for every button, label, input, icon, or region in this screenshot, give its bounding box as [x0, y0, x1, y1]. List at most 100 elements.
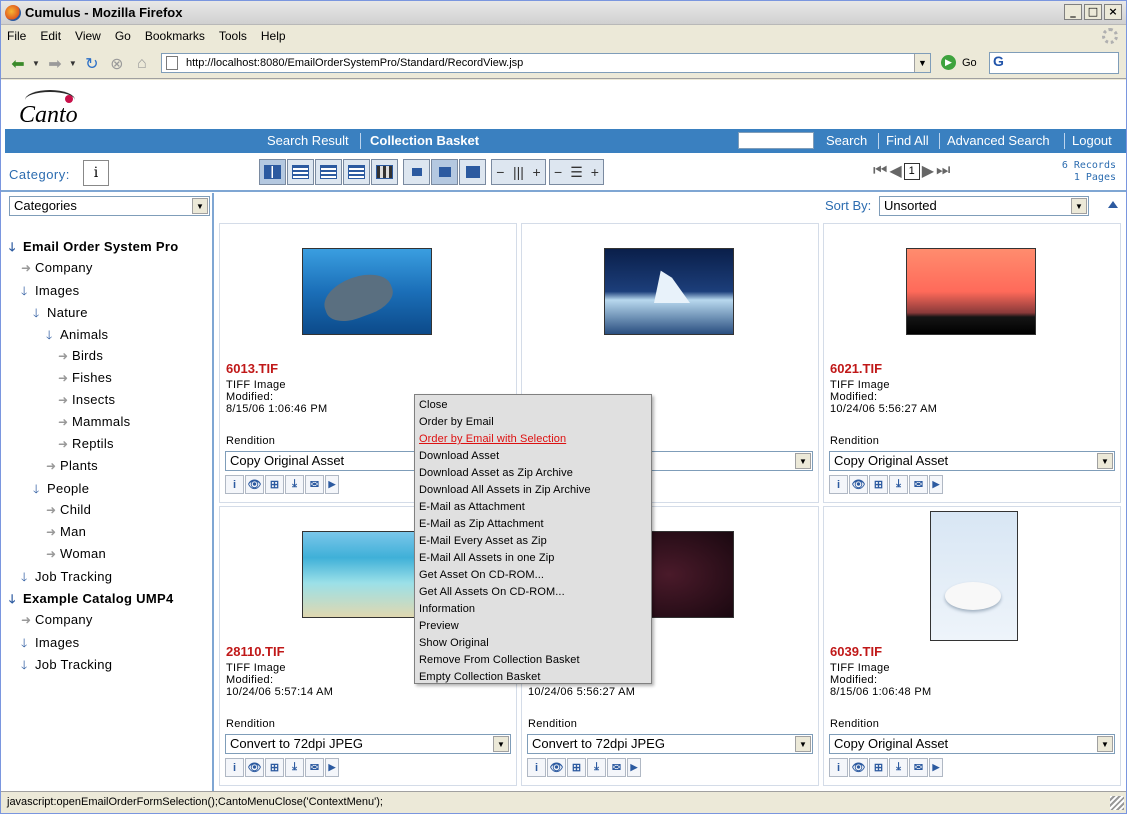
info-icon[interactable]: i	[225, 475, 244, 494]
google-search-input[interactable]: G	[989, 52, 1119, 74]
email-icon[interactable]: ✉	[909, 758, 928, 777]
play-menu-icon[interactable]: ▶	[325, 758, 339, 777]
first-page-icon[interactable]: ⏮	[873, 162, 887, 180]
reload-icon[interactable]: ↻	[81, 53, 103, 75]
back-icon[interactable]: ⬅	[7, 53, 29, 75]
forward-icon[interactable]: ➡	[44, 53, 66, 75]
rendition-select[interactable]: Copy Original Asset ▼	[829, 451, 1115, 471]
context-menu-item[interactable]: Download All Assets in Zip Archive	[415, 482, 651, 499]
collection-basket-link[interactable]: Collection Basket	[370, 133, 479, 148]
tree-node[interactable]: 🡓 Images	[21, 634, 79, 655]
record-card[interactable]: 6039.TIF TIFF Image Modified: 8/15/06 1:06:…	[823, 506, 1121, 786]
tree-node[interactable]: 🡓 Example Catalog UMP4	[9, 590, 174, 611]
context-menu-item[interactable]: Get Asset On CD-ROM...	[415, 567, 651, 584]
next-page-icon[interactable]: ▶	[922, 161, 934, 181]
download-icon[interactable]: ⤓	[889, 475, 908, 494]
email-icon[interactable]: ✉	[305, 475, 324, 494]
stop-icon[interactable]: ⊗	[106, 53, 128, 75]
tree-node[interactable]: ➜ Fishes	[58, 370, 112, 385]
arrow-right-icon[interactable]: ➜	[58, 437, 72, 451]
tree-node[interactable]: ➜ Mammals	[58, 414, 130, 429]
view-list-button[interactable]	[287, 159, 314, 185]
context-menu-item[interactable]: Close	[415, 397, 651, 414]
context-menu-item[interactable]: Show Original	[415, 635, 651, 652]
logout-link[interactable]: Logout	[1072, 133, 1112, 148]
context-menu-item[interactable]: Order by Email with Selection	[415, 431, 651, 448]
context-menu-item[interactable]: Download Asset	[415, 448, 651, 465]
tree-node[interactable]: 🡓 Nature	[33, 304, 88, 325]
url-bar[interactable]: http://localhost:8080/EmailOrderSystemPr…	[161, 53, 931, 73]
back-dropdown-icon[interactable]: ▼	[32, 59, 40, 68]
menu-tools[interactable]: Tools	[219, 29, 247, 43]
maximize-button[interactable]: □	[1084, 4, 1102, 20]
tree-node[interactable]: ➜ Birds	[58, 348, 103, 363]
context-menu-item[interactable]: Order by Email	[415, 414, 651, 431]
search-link[interactable]: Search	[826, 133, 867, 148]
tree-node[interactable]: ➜ Woman	[46, 546, 106, 561]
menu-go[interactable]: Go	[115, 29, 131, 43]
tree-node[interactable]: ➜ Insects	[58, 392, 115, 407]
tree-node[interactable]: 🡓 Job Tracking	[21, 656, 112, 677]
rendition-select[interactable]: Copy Original Asset ▼	[829, 734, 1115, 754]
play-menu-icon[interactable]: ▶	[929, 758, 943, 777]
download-icon[interactable]: ⤓	[285, 758, 304, 777]
record-thumbnail[interactable]	[906, 248, 1036, 335]
play-menu-icon[interactable]: ▶	[929, 475, 943, 494]
email-icon[interactable]: ✉	[607, 758, 626, 777]
play-menu-icon[interactable]: ▶	[325, 475, 339, 494]
arrow-right-icon[interactable]: ➜	[58, 393, 72, 407]
arrow-down-icon[interactable]: 🡓	[21, 568, 35, 589]
view-record-button[interactable]	[343, 159, 370, 185]
email-icon[interactable]: ✉	[909, 475, 928, 494]
record-filename[interactable]: 6021.TIF	[830, 361, 882, 376]
record-card[interactable]: 6021.TIF TIFF Image Modified: 10/24/06 5:56…	[823, 223, 1121, 503]
context-menu-item[interactable]: E-Mail as Zip Attachment	[415, 516, 651, 533]
view-filmstrip-button[interactable]	[371, 159, 398, 185]
info-icon[interactable]: i	[225, 758, 244, 777]
tree-node[interactable]: 🡓 Job Tracking	[21, 568, 112, 589]
download-icon[interactable]: ⤓	[285, 475, 304, 494]
context-menu-item[interactable]: E-Mail Every Asset as Zip	[415, 533, 651, 550]
search-input[interactable]	[738, 132, 814, 149]
menu-help[interactable]: Help	[261, 29, 286, 43]
arrow-down-icon[interactable]: 🡓	[46, 326, 60, 347]
arrow-right-icon[interactable]: ➜	[46, 525, 60, 539]
arrow-right-icon[interactable]: ➜	[46, 547, 60, 561]
thumb-large-button[interactable]	[459, 159, 486, 185]
arrow-right-icon[interactable]: ➜	[46, 459, 60, 473]
info-icon[interactable]: i	[527, 758, 546, 777]
rows-stepper[interactable]: − ☰ +	[549, 159, 604, 185]
tree-node[interactable]: ➜ Plants	[46, 458, 98, 473]
context-menu-item[interactable]: Preview	[415, 618, 651, 635]
minimize-button[interactable]: _	[1064, 4, 1082, 20]
basket-icon[interactable]: ⊞	[567, 758, 586, 777]
rendition-select[interactable]: Convert to 72dpi JPEG ▼	[225, 734, 511, 754]
tree-node[interactable]: 🡓 Email Order System Pro	[9, 238, 178, 259]
find-all-link[interactable]: Find All	[886, 133, 929, 148]
record-filename[interactable]: 6013.TIF	[226, 361, 278, 376]
menu-file[interactable]: File	[7, 29, 26, 43]
home-icon[interactable]: ⌂	[131, 53, 153, 75]
preview-eye-icon[interactable]: 👁	[245, 758, 264, 777]
record-thumbnail[interactable]	[302, 248, 432, 335]
arrow-down-icon[interactable]: 🡓	[21, 282, 35, 303]
rendition-select[interactable]: Convert to 72dpi JPEG ▼	[527, 734, 813, 754]
record-filename[interactable]: 28110.TIF	[226, 644, 285, 659]
page-number-input[interactable]: 1	[903, 162, 920, 180]
forward-dropdown-icon[interactable]: ▼	[69, 59, 77, 68]
arrow-down-icon[interactable]: 🡓	[21, 634, 35, 655]
menu-view[interactable]: View	[75, 29, 101, 43]
arrow-right-icon[interactable]: ➜	[46, 503, 60, 517]
arrow-right-icon[interactable]: ➜	[58, 349, 72, 363]
download-icon[interactable]: ⤓	[889, 758, 908, 777]
preview-eye-icon[interactable]: 👁	[547, 758, 566, 777]
context-menu-item[interactable]: E-Mail All Assets in one Zip	[415, 550, 651, 567]
category-select[interactable]: Categories ▼	[9, 196, 210, 216]
tree-node[interactable]: ➜ Company	[21, 260, 93, 275]
record-thumbnail[interactable]	[930, 511, 1018, 641]
menu-bookmarks[interactable]: Bookmarks	[145, 29, 205, 43]
sort-order-icon[interactable]	[1108, 201, 1118, 208]
arrow-down-icon[interactable]: 🡓	[9, 590, 23, 611]
tree-node[interactable]: 🡓 People	[33, 480, 89, 501]
thumb-small-button[interactable]	[403, 159, 430, 185]
